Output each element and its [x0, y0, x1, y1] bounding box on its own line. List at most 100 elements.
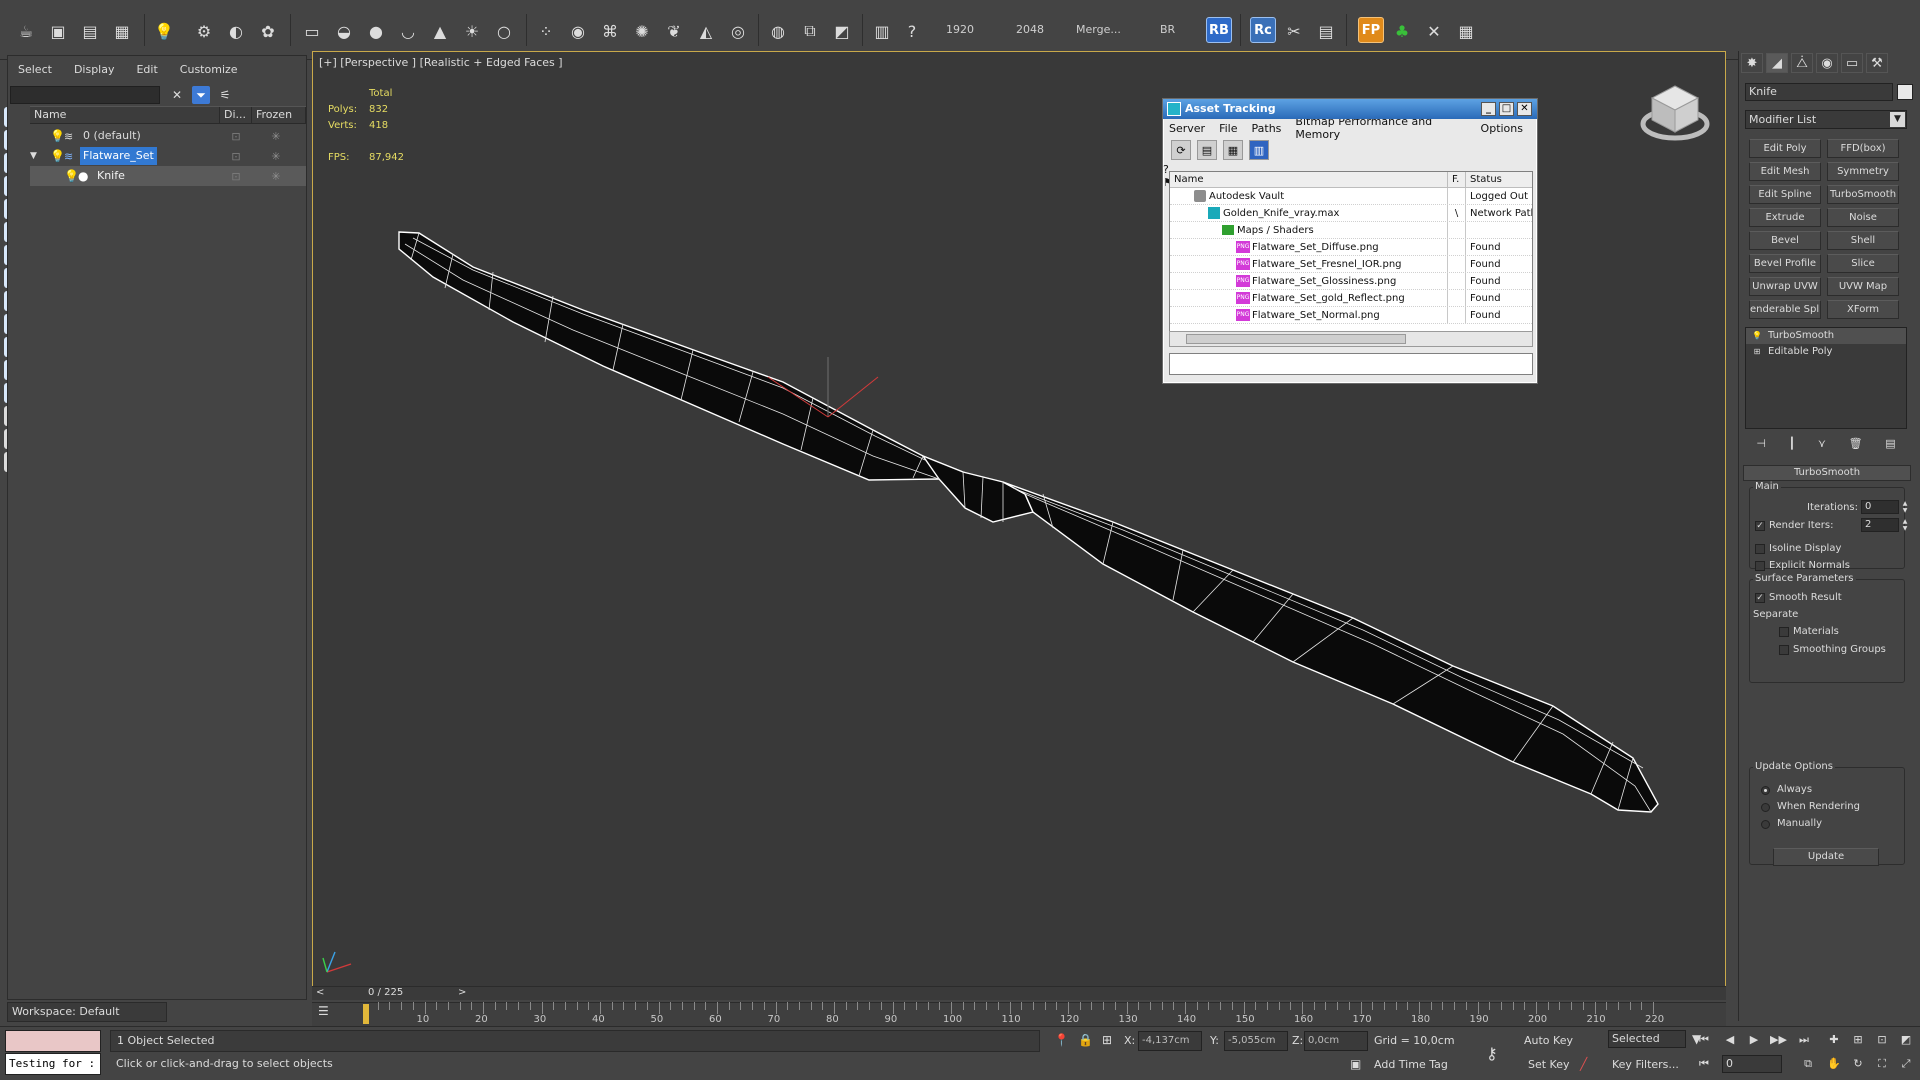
isoline-display-checkbox[interactable]: [1755, 544, 1765, 554]
wrench-icon[interactable]: ✕: [1422, 19, 1446, 43]
teapot-icon[interactable]: ☕: [14, 19, 38, 43]
asset-horizontal-scrollbar[interactable]: [1169, 331, 1533, 347]
modifier-edit-poly[interactable]: Edit Poly: [1749, 139, 1821, 158]
explicit-normals-checkbox[interactable]: [1755, 561, 1765, 571]
modifier-edit-spline[interactable]: Edit Spline: [1749, 185, 1821, 204]
col-status[interactable]: Status: [1466, 172, 1532, 187]
modifier-extrude[interactable]: Extrude: [1749, 208, 1821, 227]
key-selection-dropdown[interactable]: Selected: [1608, 1030, 1686, 1048]
list-icon[interactable]: ▦: [1454, 19, 1478, 43]
merge-button[interactable]: Merge...: [1076, 23, 1121, 36]
expand-plus-icon[interactable]: ⊞: [1752, 347, 1762, 357]
sphere-icon[interactable]: ●: [364, 19, 388, 43]
lock-icon[interactable]: 🔒: [1078, 1033, 1093, 1047]
plant-icon[interactable]: ❦: [662, 19, 686, 43]
maxscript-listener-input[interactable]: Testing for :: [5, 1053, 101, 1075]
layers-icon[interactable]: ⧉: [798, 19, 822, 43]
object-row[interactable]: 💡 ● Knife ⊡ ✳: [30, 166, 306, 186]
fur-icon[interactable]: ⌘: [598, 19, 622, 43]
time-config-icon[interactable]: ⧉: [1800, 1056, 1816, 1072]
key-icon[interactable]: ⚷: [1486, 1044, 1498, 1063]
manually-radio[interactable]: [1761, 820, 1770, 829]
asset-row[interactable]: PNG Flatware_Set_gold_Reflect.png Found: [1170, 290, 1532, 307]
lightbulb-icon[interactable]: 💡: [1752, 331, 1762, 341]
helper-icon[interactable]: ⚙: [192, 19, 216, 43]
modifier-uvw-map[interactable]: UVW Map: [1827, 277, 1899, 296]
cone-light-icon[interactable]: ▲: [428, 19, 452, 43]
measure-icon[interactable]: ▥: [870, 19, 894, 43]
display-icon[interactable]: ⊡: [226, 150, 246, 163]
material-editor-icon[interactable]: ▤: [78, 19, 102, 43]
modifier-noise[interactable]: Noise: [1827, 208, 1899, 227]
bulb-icon[interactable]: 💡: [50, 129, 65, 143]
time-prev-button[interactable]: <: [316, 987, 324, 998]
time-slider-label[interactable]: 0 / 225: [368, 987, 403, 998]
clear-search-icon[interactable]: ✕: [168, 86, 186, 104]
play-icon[interactable]: ▶: [1746, 1032, 1762, 1048]
table-icon[interactable]: ▤: [1314, 19, 1338, 43]
smooth-result-checkbox[interactable]: ✓: [1755, 593, 1765, 603]
frozen-icon[interactable]: ✳: [266, 150, 286, 163]
menu-edit[interactable]: Edit: [136, 63, 157, 76]
zoom-icon[interactable]: ✚: [1826, 1032, 1842, 1048]
menu-customize[interactable]: Customize: [180, 63, 238, 76]
reactor-icon[interactable]: ◐: [224, 19, 248, 43]
detail-view-icon[interactable]: ▦: [1223, 140, 1243, 160]
modifier-turbosmooth[interactable]: TurboSmooth: [1827, 185, 1899, 204]
filter-toggle-icon[interactable]: ⏷: [192, 86, 210, 104]
expand-arrow-icon[interactable]: ▼: [30, 151, 38, 161]
modifier-renderable-spline[interactable]: enderable Splin: [1749, 300, 1821, 319]
col-f[interactable]: F.: [1448, 172, 1466, 187]
menu-display[interactable]: Display: [74, 63, 115, 76]
zoom-all-icon[interactable]: ⊞: [1850, 1032, 1866, 1048]
asset-row[interactable]: PNG Flatware_Set_Normal.png Found: [1170, 307, 1532, 324]
rc-button[interactable]: Rc: [1250, 17, 1276, 43]
table-view-icon[interactable]: ▥: [1249, 140, 1269, 160]
y-coordinate-field[interactable]: -5,055cm: [1224, 1031, 1288, 1051]
list-view-icon[interactable]: ▤: [1197, 140, 1217, 160]
auto-key-button[interactable]: Auto Key: [1524, 1034, 1573, 1047]
x-coordinate-field[interactable]: -4,137cm: [1138, 1031, 1202, 1051]
display-icon[interactable]: ⊡: [226, 170, 246, 183]
help-icon[interactable]: ?: [900, 19, 924, 43]
layer-row[interactable]: ▼ 💡 ≋ Flatware_Set ⊡ ✳: [30, 146, 306, 166]
asset-row[interactable]: Autodesk Vault Logged Out: [1170, 188, 1532, 205]
update-button[interactable]: Update: [1773, 848, 1879, 866]
bulb-icon[interactable]: 💡: [50, 149, 65, 163]
time-slider[interactable]: < 0 / 225 >: [312, 986, 1726, 1000]
asset-row[interactable]: PNG Flatware_Set_Glossiness.png Found: [1170, 273, 1532, 290]
camera-icon[interactable]: ◩: [830, 19, 854, 43]
modifier-bevel-profile[interactable]: Bevel Profile: [1749, 254, 1821, 273]
stack-item-turbosmooth[interactable]: 💡 TurboSmooth: [1746, 328, 1906, 344]
chevron-down-icon[interactable]: ▼: [1890, 112, 1905, 127]
prev-frame-icon[interactable]: ◀: [1722, 1032, 1738, 1048]
scatter-icon[interactable]: ⁘: [534, 19, 558, 43]
particles-icon[interactable]: ✿: [256, 19, 280, 43]
render-iters-checkbox[interactable]: ✓: [1755, 521, 1765, 531]
modifier-list-dropdown[interactable]: Modifier List ▼: [1745, 110, 1907, 129]
light-icon[interactable]: 💡: [152, 19, 176, 43]
always-radio[interactable]: [1761, 786, 1770, 795]
time-tag-icon[interactable]: ▣: [1350, 1057, 1361, 1071]
display-tab-icon[interactable]: ▭: [1841, 53, 1863, 73]
close-icon[interactable]: ✕: [1517, 102, 1532, 116]
modifier-ffd-box[interactable]: FFD(box): [1827, 139, 1899, 158]
bulb-icon[interactable]: 💡: [64, 169, 79, 183]
modifier-bevel[interactable]: Bevel: [1749, 231, 1821, 250]
isolate-icon[interactable]: 📍: [1054, 1033, 1069, 1047]
layer-tool-icon[interactable]: ⚟: [216, 86, 234, 104]
key-filters-button[interactable]: Key Filters...: [1612, 1058, 1679, 1071]
object-color-swatch[interactable]: [1897, 84, 1913, 100]
when-rendering-radio[interactable]: [1761, 803, 1770, 812]
track-bar-icon[interactable]: ☰: [318, 1004, 338, 1022]
zoom-extents-icon[interactable]: ⊡: [1874, 1032, 1890, 1048]
stack-item-editable-poly[interactable]: ⊞ Editable Poly: [1746, 344, 1906, 360]
col-display[interactable]: Di...: [220, 107, 252, 123]
modifier-shell[interactable]: Shell: [1827, 231, 1899, 250]
refresh-icon[interactable]: ⟳: [1171, 140, 1191, 160]
spinner-arrows-icon[interactable]: ▲ ▼: [1901, 518, 1909, 532]
z-coordinate-field[interactable]: 0,0cm: [1304, 1031, 1368, 1051]
goto-end-icon[interactable]: ⏭: [1796, 1032, 1812, 1048]
menu-server[interactable]: Server: [1169, 122, 1205, 135]
time-next-button[interactable]: >: [458, 987, 466, 998]
